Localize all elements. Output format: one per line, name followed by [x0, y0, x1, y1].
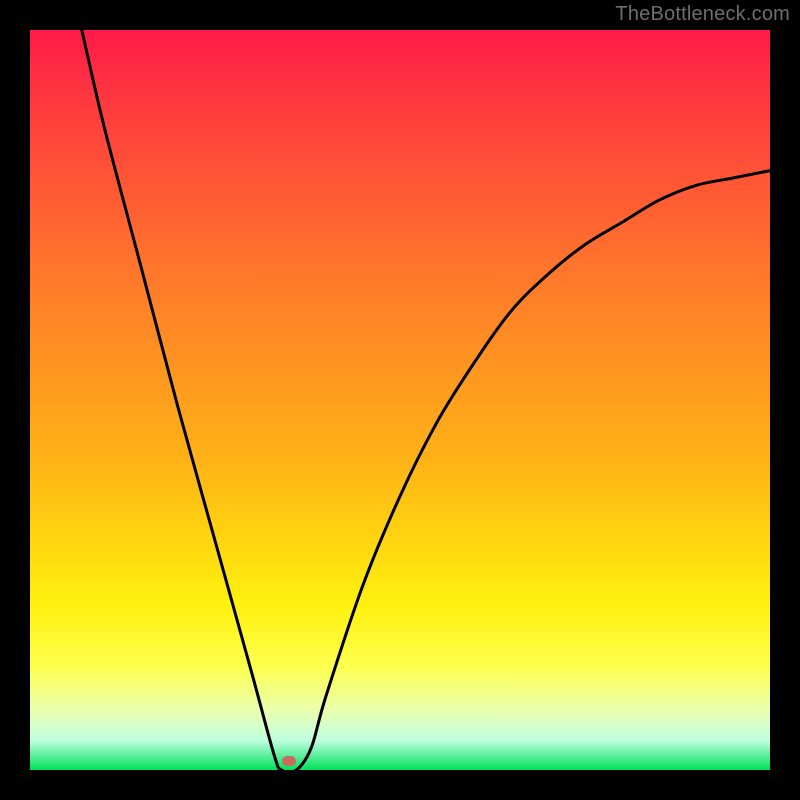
- plot-area: [30, 30, 770, 770]
- curve-svg: [30, 30, 770, 770]
- bottleneck-curve: [82, 30, 770, 772]
- optimum-marker: [282, 756, 296, 766]
- watermark-text: TheBottleneck.com: [615, 3, 790, 26]
- chart-frame: TheBottleneck.com: [0, 0, 800, 800]
